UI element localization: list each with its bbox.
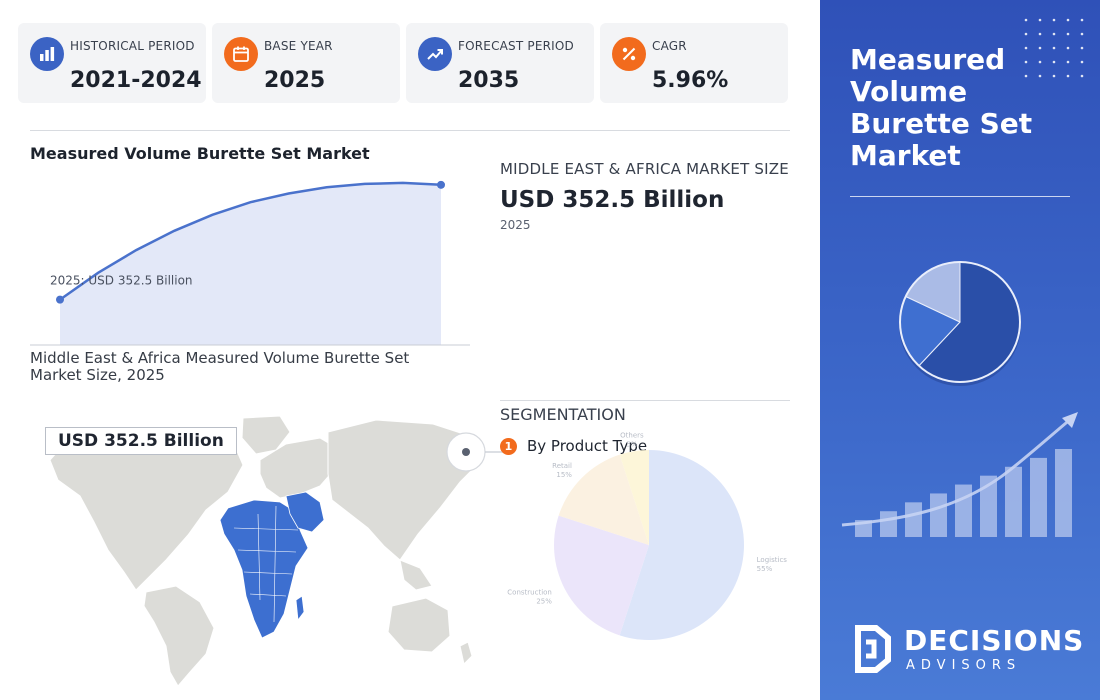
decorative-pie-chart (899, 261, 1021, 386)
trend-up-icon (418, 37, 452, 71)
kpi-card-forecast: FORECAST PERIOD 2035 (406, 23, 594, 103)
brand-logo-icon (855, 625, 891, 673)
chart-area-fill (60, 182, 441, 345)
brand-tagline: ADVISORS (906, 658, 1022, 673)
kpi-label: HISTORICAL PERIOD (70, 39, 195, 53)
region-size-year: 2025 (500, 218, 531, 232)
chart-caption: Middle East & Africa Measured Volume Bur… (30, 349, 410, 384)
decorative-bar (1005, 466, 1022, 537)
divider (30, 130, 790, 131)
kpi-card-historical: HISTORICAL PERIOD 2021-2024 (18, 23, 206, 103)
map-southeast-asia (399, 559, 433, 591)
kpi-value: 2025 (264, 68, 326, 93)
kpi-value: 2021-2024 (70, 68, 202, 93)
kpi-label: CAGR (652, 39, 687, 53)
pie-slice-value: 55% (757, 565, 773, 573)
pie-slice-label: Retail (552, 462, 572, 470)
pie-slice-value: 25% (536, 597, 552, 605)
market-growth-chart: 2025: USD 352.5 Billion (30, 180, 470, 346)
decorative-growth-chart (841, 412, 1078, 537)
bar-chart-icon (30, 37, 64, 71)
segmentation-title: SEGMENTATION (500, 405, 626, 424)
region-size-value: USD 352.5 Billion (500, 187, 725, 213)
decorative-bar (1030, 457, 1047, 537)
map-zoom-marker (446, 432, 504, 472)
percent-icon (612, 37, 646, 71)
map-new-zealand (459, 641, 473, 665)
pie-slice-label: Others (620, 431, 644, 439)
kpi-card-base-year: BASE YEAR 2025 (212, 23, 400, 103)
chart-point (56, 295, 64, 304)
chart-point (437, 180, 445, 189)
map-value-badge: USD 352.5 Billion (45, 427, 237, 455)
map-madagascar (295, 595, 305, 622)
divider (500, 400, 790, 401)
brand-name: DECISIONS (904, 624, 1085, 657)
segmentation-pie-chart: Logistics55% Construction25% Retail15% Othe… (507, 431, 788, 640)
panel-title: Measured Volume Burette Set Market (850, 43, 1033, 172)
chart-title: Measured Volume Burette Set Market (30, 144, 370, 163)
kpi-card-cagr: CAGR 5.96% (600, 23, 788, 103)
pie-slice-value: 15% (556, 471, 572, 479)
decorative-bar (1055, 449, 1072, 537)
side-panel: Measured Volume Burette Set Market DECIS… (820, 0, 1100, 700)
kpi-value: 5.96% (652, 68, 729, 93)
region-size-label: MIDDLE EAST & AFRICA MARKET SIZE (500, 160, 789, 178)
kpi-label: FORECAST PERIOD (458, 39, 574, 53)
chart-annotation: 2025: USD 352.5 Billion (50, 274, 193, 288)
panel-divider (850, 196, 1070, 197)
kpi-label: BASE YEAR (264, 39, 333, 53)
calendar-icon (224, 37, 258, 71)
pie-slice-label: Construction (507, 588, 552, 596)
decorative-bar (905, 502, 922, 537)
pie-slice-value: 5% (626, 440, 637, 448)
kpi-value: 2035 (458, 68, 520, 93)
decorative-bar (880, 511, 897, 537)
map-south-america (143, 585, 215, 687)
decorative-bar (955, 484, 972, 537)
pie-slice-label: Logistics (757, 556, 788, 564)
decorative-bar (930, 493, 947, 537)
map-australia (387, 597, 451, 653)
